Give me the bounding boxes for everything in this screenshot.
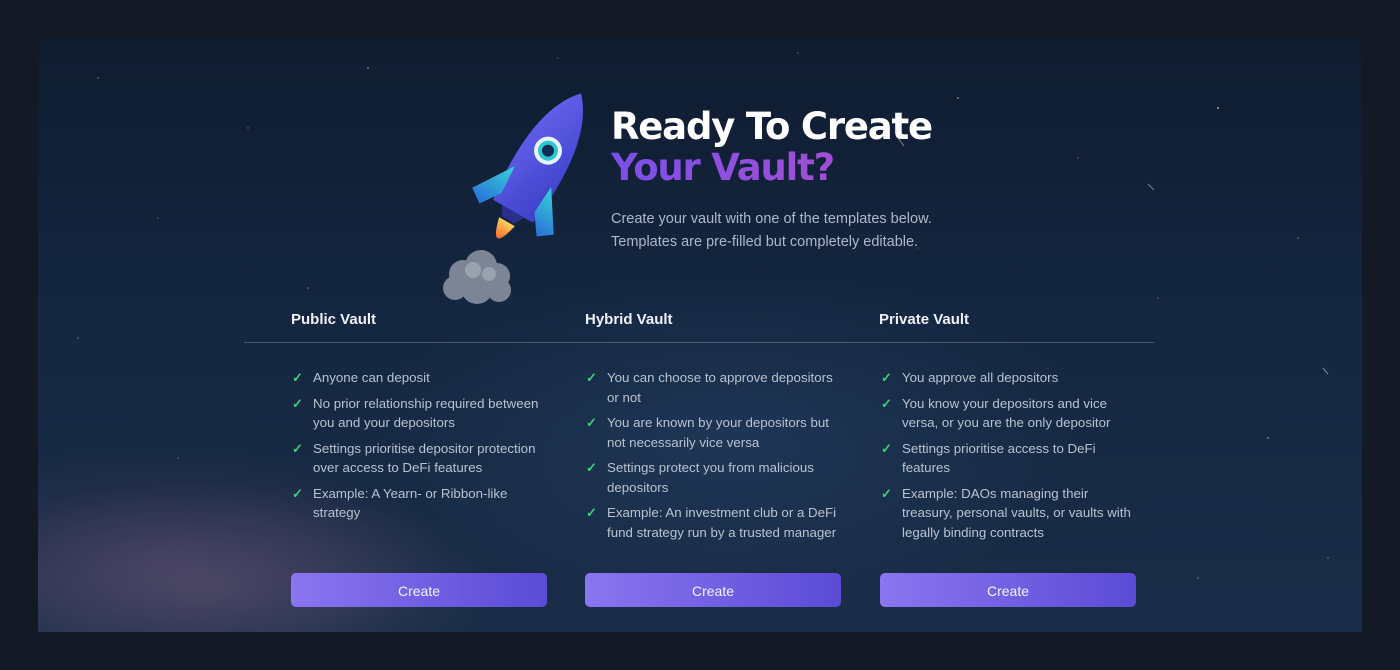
feature-text: Anyone can deposit	[313, 370, 430, 385]
feature-text: Settings protect you from malicious depo…	[607, 460, 814, 495]
feature-text: Settings prioritise access to DeFi featu…	[902, 440, 1096, 476]
feature-text: Example: A Yearn- or Ribbon-like strateg…	[313, 485, 508, 521]
page-title: Ready To Create	[611, 105, 933, 148]
check-icon: ✓	[586, 460, 597, 475]
create-vault-panel: Ready To Create Your Vault? Create your …	[38, 38, 1362, 632]
rocket-icon	[443, 93, 584, 304]
feature-text: No prior relationship required between y…	[313, 395, 539, 431]
check-icon: ✓	[292, 395, 303, 411]
feature-item: ✓ Settings prioritise access to DeFi feat…	[880, 439, 1140, 478]
feature-text: Settings prioritise depositor protection…	[313, 440, 536, 476]
feature-text: Example: DAOs managing their treasury, p…	[902, 485, 1131, 540]
subtitle-line: Create your vault with one of the templa…	[611, 211, 932, 227]
check-icon: ✓	[586, 505, 597, 520]
check-icon: ✓	[292, 370, 303, 385]
feature-item: ✓ Settings prioritise depositor protectio…	[291, 439, 551, 478]
template-headers: Public Vault Hybrid Vault Private Vault	[244, 308, 1154, 343]
feature-text: You can choose to approve depositors or …	[607, 370, 833, 405]
create-public-vault-button[interactable]: Create	[291, 573, 547, 607]
feature-text: Example: An investment club or a DeFi fu…	[607, 505, 837, 540]
feature-item: ✓ No prior relationship required between …	[291, 394, 551, 433]
feature-text: You know your depositors and vice versa,…	[902, 395, 1111, 431]
subtitle-line: Templates are pre-filled but completely …	[611, 234, 919, 250]
feature-text: You are known by your depositors but not…	[607, 415, 830, 450]
create-hybrid-vault-button[interactable]: Create	[585, 573, 841, 607]
feature-item: ✓ You are known by your depositors but no…	[585, 413, 845, 452]
feature-item: ✓ You know your depositors and vice versa…	[880, 394, 1140, 433]
feature-item: ✓ Settings protect you from malicious dep…	[585, 458, 845, 497]
feature-item: ✓ Example: A Yearn- or Ribbon-like strate…	[291, 484, 551, 523]
check-icon: ✓	[881, 370, 892, 385]
check-icon: ✓	[292, 440, 303, 456]
check-icon: ✓	[292, 485, 303, 501]
feature-item: ✓ Anyone can deposit	[291, 368, 551, 388]
feature-item: ✓ Example: DAOs managing their treasury, …	[880, 484, 1140, 543]
private-vault-features: ✓ You approve all depositors ✓ You know yo…	[880, 368, 1140, 548]
check-icon: ✓	[881, 395, 892, 411]
check-icon: ✓	[586, 370, 597, 385]
public-vault-features: ✓ Anyone can deposit ✓ No prior relationsh…	[291, 368, 551, 529]
check-icon: ✓	[881, 485, 892, 501]
hybrid-vault-features: ✓ You can choose to approve depositors or…	[585, 368, 845, 548]
page-subtitle: Create your vault with one of the templa…	[611, 208, 1031, 254]
feature-item: ✓ Example: An investment club or a DeFi f…	[585, 503, 845, 542]
feature-item: ✓ You approve all depositors	[880, 368, 1140, 388]
hero-section: Ready To Create Your Vault? Create your …	[433, 78, 1033, 318]
private-vault-heading: Private Vault	[879, 311, 970, 328]
check-icon: ✓	[881, 440, 892, 456]
check-icon: ✓	[586, 415, 597, 430]
create-private-vault-button[interactable]: Create	[880, 573, 1136, 607]
feature-item: ✓ You can choose to approve depositors or…	[585, 368, 845, 407]
hybrid-vault-heading: Hybrid Vault	[585, 311, 673, 328]
public-vault-heading: Public Vault	[291, 311, 377, 328]
page-title-highlight: Your Vault?	[611, 147, 1031, 188]
feature-text: You approve all depositors	[902, 370, 1059, 385]
